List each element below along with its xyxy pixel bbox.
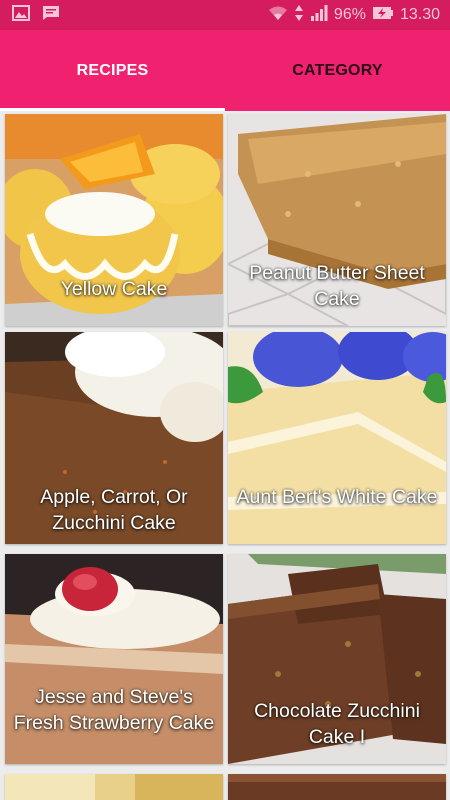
clock: 13.30 [399, 6, 440, 23]
status-bar: 96% 13.30 [0, 0, 450, 30]
recipe-grid: Yellow Cake Peanut Butter Sheet Cake App… [0, 111, 450, 800]
recipe-card-aunt-berts-white-cake[interactable]: Aunt Bert's White Cake [228, 332, 446, 544]
tab-recipes[interactable]: RECIPES [0, 30, 225, 111]
recipe-title: Peanut Butter Sheet Cake [249, 262, 425, 310]
recipe-photo [228, 332, 446, 544]
recipe-title: Chocolate Zucchini Cake I [254, 700, 420, 748]
data-arrows-icon [294, 4, 304, 26]
wifi-icon [268, 5, 288, 25]
recipe-card-yellow-cake[interactable]: Yellow Cake [5, 114, 223, 326]
recipe-title: Apple, Carrot, Or Zucchini Cake [40, 486, 188, 534]
tab-category[interactable]: CATEGORY [225, 30, 450, 111]
tab-bar: RECIPES CATEGORY [0, 30, 450, 111]
signal-icon [310, 5, 328, 25]
recipe-card-partial[interactable] [5, 774, 223, 800]
tab-recipes-label: RECIPES [76, 61, 149, 79]
recipe-card-fresh-strawberry-cake[interactable]: Jesse and Steve's Fresh Strawberry Cake [5, 554, 223, 764]
recipe-title: Aunt Bert's White Cake [236, 486, 438, 508]
recipe-card-chocolate-zucchini-cake[interactable]: Chocolate Zucchini Cake I [228, 554, 446, 764]
battery-percent: 96% [333, 6, 366, 23]
recipe-photo [5, 774, 223, 800]
message-icon [42, 5, 60, 26]
image-icon [12, 4, 30, 26]
recipe-title: Jesse and Steve's Fresh Strawberry Cake [13, 686, 215, 734]
recipe-card-partial[interactable] [228, 774, 446, 800]
recipe-photo [228, 774, 446, 800]
recipe-card-apple-carrot-zucchini-cake[interactable]: Apple, Carrot, Or Zucchini Cake [5, 332, 223, 544]
recipe-card-peanut-butter-sheet-cake[interactable]: Peanut Butter Sheet Cake [228, 114, 446, 326]
recipe-title: Yellow Cake [60, 278, 168, 300]
tab-category-label: CATEGORY [292, 61, 383, 79]
battery-charging-icon [372, 5, 394, 25]
